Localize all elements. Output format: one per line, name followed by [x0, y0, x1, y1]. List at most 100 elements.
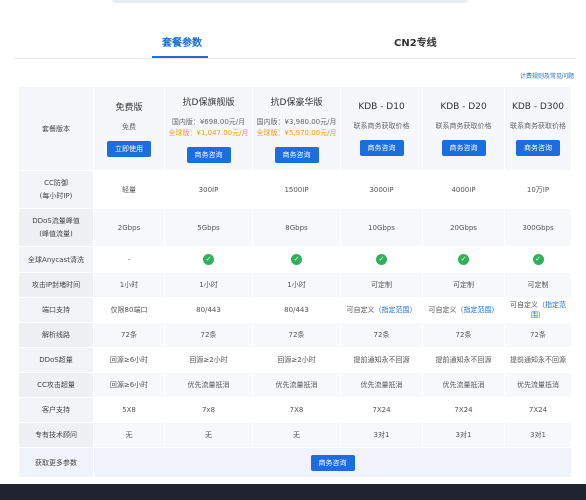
row-label: 套餐版本 — [18, 86, 94, 171]
port-custom-close: ） — [409, 306, 417, 314]
table-cell: 20Gbps — [422, 208, 505, 247]
table-cell: 无 — [93, 422, 165, 448]
table-cell: 1小时 — [252, 272, 341, 298]
check-circle-icon: ✓ — [376, 254, 387, 265]
plan-column-header: 抗D保旗舰版 国内版：¥698.00元/月 全球版：¥1,047.00元/月 商务咨询 — [164, 86, 253, 171]
table-cell: 10Gbps — [340, 208, 423, 247]
row-label: CC防御 (每小时IP) — [18, 170, 94, 209]
table-cell: 优先流量抵消 — [422, 372, 505, 398]
plan-name: KDB - D10 — [358, 101, 405, 112]
more-params-row: 获取更多参数 商务咨询 — [18, 447, 572, 478]
row-label-text: 端口支持 — [42, 306, 70, 314]
plan-column-header: KDB - D300 联系商务获取价格 商务咨询 — [504, 86, 572, 171]
table-cell: 可自定义（指定范围） — [422, 297, 505, 323]
row-label: 解析线路 — [18, 322, 94, 348]
table-cell: 8Gbps — [252, 208, 341, 247]
plan-name: 免费版 — [115, 103, 143, 113]
plan-button[interactable]: 商务咨询 — [274, 146, 319, 163]
table-cell: 7X24 — [422, 397, 505, 423]
plan-price: 联系商务获取价格 — [435, 121, 492, 130]
table-cell: 72条 — [252, 322, 341, 348]
table-cell: ✓ — [340, 246, 423, 273]
plan-name: 抗D保旗舰版 — [182, 97, 235, 108]
table-cell: 回源≥6小时 — [93, 347, 165, 373]
table-cell: ✓ — [504, 246, 572, 273]
table-cell: 提前通知永不回源 — [340, 347, 423, 373]
row-label: 攻击IP封堵时间 — [18, 272, 94, 298]
table-cell: 回源≥2小时 — [164, 347, 253, 373]
plan-column-header: KDB - D10 联系商务获取价格商务咨询 — [340, 86, 423, 171]
table-cell: 1500IP — [252, 170, 341, 209]
check-circle-icon: ✓ — [458, 254, 469, 265]
table-row: DDoS超量 回源≥6小时 回源≥2小时 回源≥2小时 提前通知永不回源 提前通知永不回源… — [18, 347, 572, 373]
table-cell: 轻量 — [93, 170, 165, 209]
table-cell: 72条 — [93, 322, 165, 348]
table-cell: 4000IP — [422, 170, 505, 209]
plan-price-global: 全球版：¥5,970.00元/月 — [256, 128, 337, 137]
table-row: 解析线路 72条 72条 72条 72条 72条 72条 — [18, 322, 572, 348]
plan-spec-table: 套餐版本 免费版 免费 立即使用 抗D保旗舰版 国内版：¥698.00元/月 全球版：¥1… — [18, 86, 572, 478]
plan-name: KDB - D20 — [440, 101, 487, 112]
plan-name: 抗D保豪华版 — [270, 97, 323, 108]
row-label: 全球Anycast清洗 — [18, 246, 94, 273]
table-cell: 7X24 — [340, 397, 423, 423]
row-label-text: DDoS超量 — [39, 356, 73, 364]
table-cell: 可定制 — [340, 272, 423, 298]
plan-header-row: 套餐版本 免费版 免费 立即使用 抗D保旗舰版 国内版：¥698.00元/月 全球版：¥1… — [18, 86, 572, 171]
table-row: CC防御 (每小时IP) 轻量 300IP 1500IP 3000IP 4000IP 10万I… — [18, 170, 572, 209]
table-row: 专有技术顾问无无无 3对1 3对1 3对1 — [18, 422, 572, 448]
plan-button[interactable]: 商务咨询 — [516, 139, 560, 156]
table-cell: 提前通知永不回源 — [504, 347, 572, 373]
table-cell: ✓ — [252, 246, 341, 273]
specified-range-link[interactable]: 指定范围 — [464, 306, 492, 314]
check-circle-icon: ✓ — [203, 254, 214, 265]
table-cell: - — [93, 246, 165, 273]
table-cell: 可自定义（指定范围） — [340, 297, 423, 323]
top-strip — [112, 0, 468, 3]
row-label-sub: (每小时IP) — [39, 192, 73, 200]
table-row: CC攻击超量 回源≥6小时 优先流量抵消 优先流量抵消 优先流量抵消 优先流量抵消 优先流量… — [18, 372, 572, 398]
row-label: DDoS流量峰值 (峰值流量) — [18, 208, 94, 247]
tab-plan-params[interactable]: 套餐参数 — [162, 34, 202, 49]
tabs-divider — [14, 58, 576, 59]
table-cell: 72条 — [422, 322, 505, 348]
plan-button[interactable]: 立即使用 — [107, 141, 151, 157]
row-label-text: 客户支持 — [42, 406, 70, 414]
table-cell: 10万IP — [504, 170, 572, 209]
row-label: 端口支持 — [18, 297, 94, 323]
table-row: 全球Anycast清洗 - ✓ ✓ ✓ ✓ ✓ — [18, 246, 572, 273]
row-label: DDoS超量 — [18, 347, 94, 373]
plan-column-header: 抗D保豪华版国内版：¥3,980.00元/月 全球版：¥5,970.00元/月商务… — [252, 86, 341, 171]
table-cell: 7X8 — [252, 397, 341, 423]
pricing-faq-link[interactable]: 计费规则及常见问题 — [520, 71, 574, 80]
table-cell: 无 — [164, 422, 253, 448]
plan-button[interactable]: 商务咨询 — [441, 139, 486, 156]
table-cell: 1小时 — [164, 272, 253, 298]
table-cell: 优先流量抵消 — [340, 372, 423, 398]
table-cell: ✓ — [164, 246, 253, 273]
plan-price: 国内版：¥3,980.00元/月 — [256, 117, 337, 126]
table-cell: 优先流量抵消 — [164, 372, 253, 398]
table-cell: 可定制 — [422, 272, 505, 298]
table-cell: 5X8 — [93, 397, 165, 423]
check-circle-icon: ✓ — [291, 254, 302, 265]
plan-button[interactable]: 商务咨询 — [359, 139, 404, 156]
table-row: 攻击IP封堵时间 1小时 1小时 1小时 可定制 可定制 可定制 — [18, 272, 572, 298]
plan-button[interactable]: 商务咨询 — [186, 146, 231, 163]
plan-tabs: 套餐参数 CN2专线 — [0, 24, 586, 58]
table-cell: 3对1 — [504, 422, 572, 448]
specified-range-link[interactable]: 指定范围 — [382, 306, 410, 314]
table-cell: 72条 — [340, 322, 423, 348]
table-cell: 回源≥2小时 — [252, 347, 341, 373]
table-cell: 3对1 — [340, 422, 423, 448]
more-params-label: 获取更多参数 — [18, 447, 94, 478]
table-cell: 无 — [252, 422, 341, 448]
table-cell: 3对1 — [422, 422, 505, 448]
business-consult-button[interactable]: 商务咨询 — [310, 454, 355, 471]
row-label-text: CC攻击超量 — [37, 381, 75, 389]
table-cell: 3000IP — [340, 170, 423, 209]
tab-cn2[interactable]: CN2专线 — [394, 34, 437, 49]
row-label: CC攻击超量 — [18, 372, 94, 398]
table-cell: 回源≥6小时 — [93, 372, 165, 398]
plan-price: 联系商务获取价格 — [353, 121, 410, 130]
